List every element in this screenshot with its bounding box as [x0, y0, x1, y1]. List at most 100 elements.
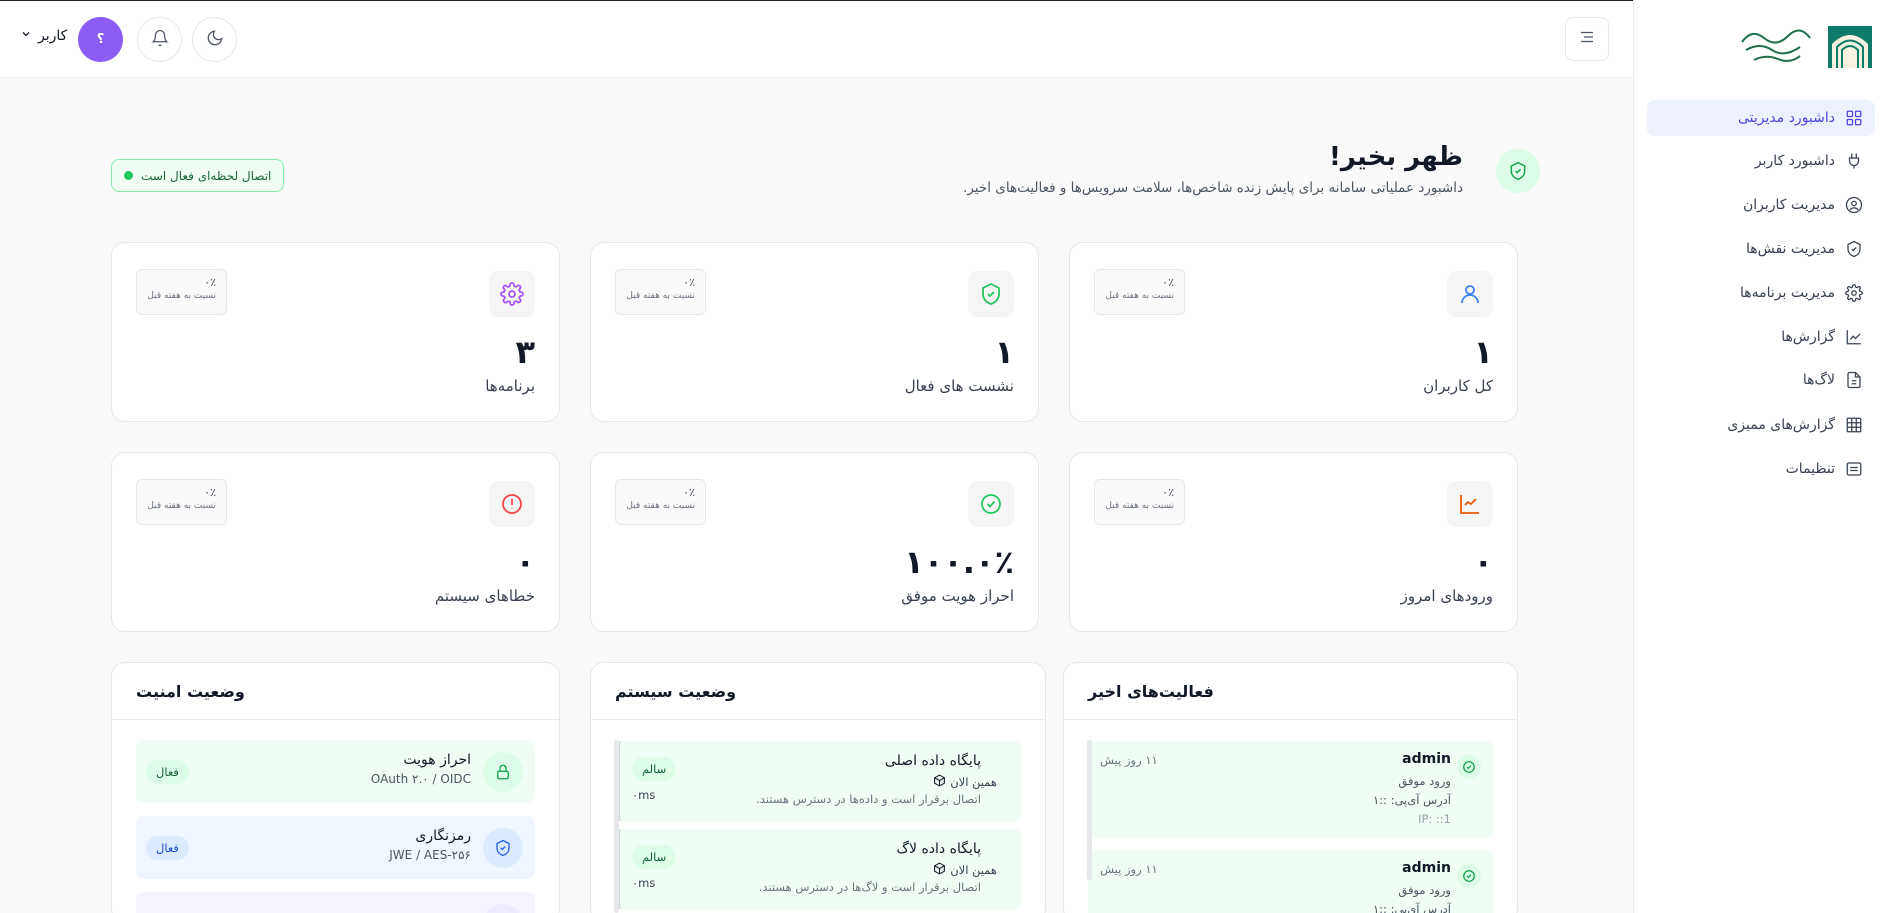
- status-badge: فعال: [146, 760, 189, 784]
- sidebar-item-reports[interactable]: گزارش‌ها: [1647, 319, 1875, 355]
- stat-value: ۱۰۰.۰٪: [904, 543, 1014, 581]
- change-percent: ۰٪: [1162, 486, 1174, 499]
- user-icon: [1447, 271, 1493, 317]
- system-item-title: پایگاه داده اصلی: [884, 753, 981, 769]
- sidebar-item-label: لاگ‌ها: [1802, 372, 1835, 388]
- system-item-time-row: همین الان: [933, 774, 997, 790]
- organization-logo: [1734, 20, 1874, 72]
- sidebar-item-user-dashboard[interactable]: داشبورد کاربر: [1647, 143, 1875, 179]
- system-item-log-db: پایگاه داده لاگ همین الان اتصال برقرار ا…: [615, 829, 1021, 909]
- response-time: ۰ms: [632, 876, 656, 890]
- panel-title: وضعیت سیستم: [591, 663, 1045, 720]
- change-label: نسبت به هفته قبل: [1105, 501, 1174, 511]
- stat-card-today-logins: ۰٪ نسبت به هفته قبل ۰ ورودهای امروز: [1069, 452, 1518, 632]
- system-item-time: همین الان: [950, 863, 997, 877]
- security-item-subtitle: JWE / AES-۲۵۶: [389, 848, 471, 862]
- stat-label: نشست های فعال: [904, 377, 1014, 395]
- theme-toggle-button[interactable]: [192, 17, 237, 62]
- sidebar-item-label: داشبورد کاربر: [1754, 153, 1835, 169]
- sidebar-item-user-management[interactable]: مدیریت کاربران: [1647, 187, 1875, 223]
- sidebar-item-label: داشبورد مدیریتی: [1737, 110, 1835, 126]
- stat-value: ۱: [1473, 333, 1493, 371]
- change-indicator: ۰٪ نسبت به هفته قبل: [615, 269, 706, 315]
- shield-check-icon: [968, 271, 1014, 317]
- plug-icon: [1845, 152, 1863, 170]
- page-title: ظهر بخیر!: [1328, 142, 1463, 172]
- change-label: نسبت به هفته قبل: [626, 501, 695, 511]
- live-connection-badge: اتصال لحظه‌ای فعال است: [111, 159, 285, 192]
- shield-check-icon: [1845, 240, 1863, 258]
- sidebar-item-settings[interactable]: تنظیمات: [1647, 451, 1875, 487]
- sidebar-item-label: مدیریت برنامه‌ها: [1740, 285, 1835, 301]
- file-icon: [1845, 371, 1863, 389]
- check-circle-icon: [1457, 864, 1481, 888]
- sidebar-item-app-management[interactable]: مدیریت برنامه‌ها: [1647, 275, 1875, 311]
- bell-icon: [150, 29, 169, 51]
- status-dot: [124, 171, 133, 180]
- stat-value: ۱: [994, 333, 1014, 371]
- response-time: ۰ms: [632, 788, 656, 802]
- activity-time: ۱۱ روز پیش: [1100, 753, 1158, 767]
- notifications-button[interactable]: [137, 17, 182, 62]
- lock-icon: [483, 752, 523, 792]
- stat-value: ۰: [515, 543, 535, 581]
- change-label: نسبت به هفته قبل: [147, 291, 216, 301]
- stat-value: ۰: [1473, 543, 1493, 581]
- system-item-main-db: پایگاه داده اصلی همین الان اتصال برقرار …: [615, 741, 1021, 821]
- change-indicator: ۰٪ نسبت به هفته قبل: [136, 479, 227, 525]
- activity-item: admin ورود موفق آدرس آی‌پی: ::۱ IP: ::1 …: [1088, 741, 1493, 838]
- activity-scroll-track[interactable]: [1087, 740, 1092, 880]
- avatar[interactable]: ؟: [78, 17, 123, 62]
- security-item-title: رمزنگاری: [415, 828, 471, 844]
- stat-label: کل کاربران: [1423, 377, 1493, 395]
- activity-ip-address: آدرس آی‌پی: ::۱: [1372, 793, 1451, 807]
- change-indicator: ۰٪ نسبت به هفته قبل: [1094, 479, 1185, 525]
- status-badge: سالم: [632, 757, 677, 781]
- sidebar-item-audit-reports[interactable]: گزارش‌های ممیزی: [1647, 407, 1875, 443]
- user-name: کاربر: [38, 28, 68, 44]
- sidebar-item-label: مدیریت کاربران: [1742, 197, 1835, 213]
- stat-label: خطاهای سیستم: [434, 587, 535, 605]
- menu-icon: [1578, 28, 1596, 50]
- settings-list-icon: [1845, 460, 1863, 478]
- activity-time: ۱۱ روز پیش: [1100, 862, 1158, 876]
- table-icon: [1845, 416, 1863, 434]
- change-percent: ۰٪: [683, 276, 695, 289]
- sidebar-item-label: گزارش‌ها: [1781, 329, 1835, 345]
- stat-label: ورودهای امروز: [1400, 587, 1493, 605]
- trend-icon: [1447, 481, 1493, 527]
- status-badge: فعال: [146, 836, 189, 860]
- sidebar-item-logs[interactable]: لاگ‌ها: [1647, 362, 1875, 398]
- activity-user: admin: [1402, 860, 1451, 876]
- sidebar-item-label: تنظیمات: [1785, 461, 1835, 477]
- security-item-encryption: رمزنگاری JWE / AES-۲۵۶ فعال: [136, 816, 535, 879]
- user-menu[interactable]: کاربر: [20, 28, 67, 44]
- sidebar-item-label: گزارش‌های ممیزی: [1727, 417, 1835, 433]
- system-item-description: اتصال برقرار است و لاگ‌ها در دسترس هستند…: [758, 880, 981, 894]
- menu-toggle-button[interactable]: [1565, 17, 1609, 61]
- change-label: نسبت به هفته قبل: [1105, 291, 1174, 301]
- moon-icon: [206, 29, 224, 51]
- stat-card-successful-auth: ۰٪ نسبت به هفته قبل ۱۰۰.۰٪ احراز هویت مو…: [590, 452, 1039, 632]
- security-item-authentication: احراز هویت OAuth ۲.۰ / OIDC فعال: [136, 740, 535, 803]
- gear-icon: [489, 271, 535, 317]
- stat-card-total-users: ۰٪ نسبت به هفته قبل ۱ کل کاربران: [1069, 242, 1518, 422]
- stat-card-active-sessions: ۰٪ نسبت به هفته قبل ۱ نشست های فعال: [590, 242, 1039, 422]
- change-indicator: ۰٪ نسبت به هفته قبل: [1094, 269, 1185, 315]
- sidebar-item-role-management[interactable]: مدیریت نقش‌ها: [1647, 231, 1875, 267]
- recent-activity-panel: فعالیت‌های اخیر admin ورود موفق آدرس آی‌…: [1063, 662, 1518, 913]
- page-subtitle: داشبورد عملیاتی سامانه برای پایش زنده شا…: [963, 180, 1463, 196]
- shield-check-icon: [483, 828, 523, 868]
- gear-icon: [1845, 284, 1863, 302]
- check-circle-icon: [968, 481, 1014, 527]
- system-scroll-track[interactable]: [614, 740, 619, 913]
- change-percent: ۰٪: [204, 276, 216, 289]
- system-item-time-row: همین الان: [933, 862, 997, 878]
- security-item-icon: [483, 904, 523, 913]
- sidebar-item-admin-dashboard[interactable]: داشبورد مدیریتی: [1647, 100, 1875, 136]
- change-label: نسبت به هفته قبل: [147, 501, 216, 511]
- activity-action: ورود موفق: [1398, 774, 1451, 788]
- activity-user: admin: [1402, 751, 1451, 767]
- user-circle-icon: [1845, 196, 1863, 214]
- check-circle-icon: [1457, 755, 1481, 779]
